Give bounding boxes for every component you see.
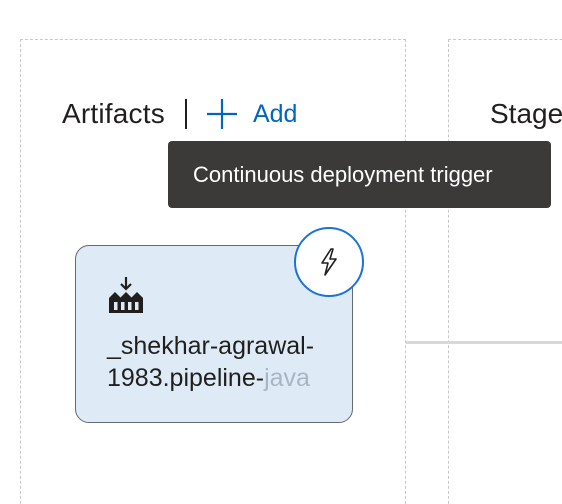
stages-title: Stages [490,98,562,129]
add-artifact-button[interactable]: Add [205,97,297,131]
artifacts-title: Artifacts [62,98,165,129]
artifact-name-faded: java [264,364,310,392]
artifacts-header: Artifacts Add [62,94,297,134]
release-pipeline-canvas: Artifacts Add Stages _shekhar-agrawal- 1… [0,0,562,504]
artifact-name-visible: 1983.pipeline- [107,364,265,392]
pipeline-connector-line [406,341,562,344]
continuous-deployment-tooltip: Continuous deployment trigger [168,141,551,208]
artifact-name-line-2: 1983.pipeline-java [107,362,347,394]
continuous-deployment-trigger-button[interactable] [294,227,364,297]
lightning-icon [321,248,337,276]
artifact-name[interactable]: _shekhar-agrawal- 1983.pipeline-java [107,330,347,394]
build-artifact-icon [109,277,143,313]
add-label: Add [252,99,298,128]
plus-icon [206,99,237,129]
header-divider [184,99,187,129]
artifact-name-line-1: _shekhar-agrawal- [107,332,315,360]
